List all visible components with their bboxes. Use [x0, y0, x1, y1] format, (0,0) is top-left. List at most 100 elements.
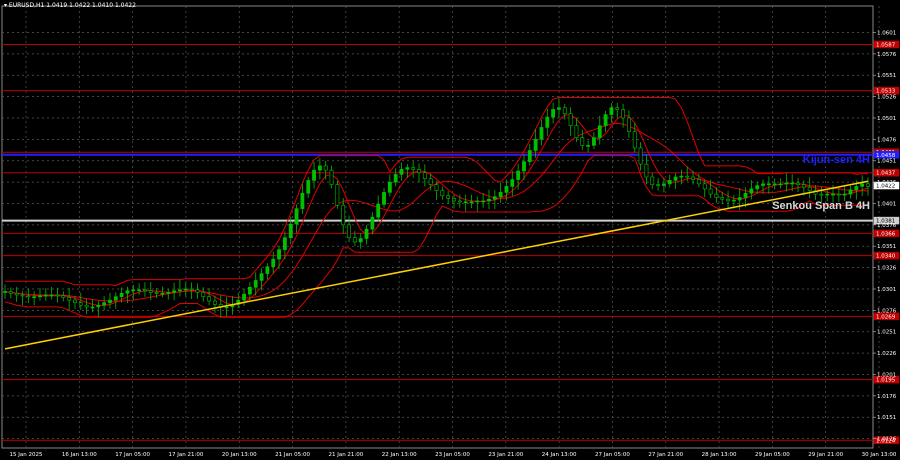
candle-body [43, 294, 48, 297]
candle-body [382, 192, 386, 205]
candle-body [8, 291, 13, 294]
candle-body [160, 292, 165, 295]
candle-body [411, 167, 416, 170]
candle-body [329, 169, 334, 185]
y-tick-label: 1.0251 [877, 330, 896, 336]
level-label: 1.0195 [876, 378, 896, 384]
candle-body [457, 200, 462, 203]
candle-body [300, 192, 305, 209]
candle-body [702, 183, 707, 190]
y-tick-label: 1.0201 [877, 372, 896, 378]
candle-body [673, 176, 678, 181]
candle-body [842, 193, 847, 196]
candle-body [696, 179, 701, 185]
candle-body [527, 150, 532, 162]
candle-body [73, 299, 77, 303]
candle-body [562, 107, 567, 115]
candle-body [801, 184, 806, 188]
price-chart: 1.05871.05331.04611.04371.03661.03401.02… [0, 0, 900, 460]
candle-body [294, 208, 299, 225]
candle-body [714, 193, 719, 198]
chart-background [0, 0, 900, 460]
x-tick-label: 27 Jan 21:00 [648, 452, 683, 458]
candle-body [755, 185, 760, 190]
candle-body [113, 296, 118, 301]
candle-body [148, 290, 153, 293]
level-label: 1.0340 [876, 254, 896, 260]
candle-body [609, 107, 614, 115]
candle-body [49, 294, 54, 297]
candle-body [376, 204, 381, 218]
candle-body [335, 184, 340, 206]
candle-body [737, 197, 742, 201]
x-tick-label: 21 Jan 05:00 [275, 452, 310, 458]
candle-body [417, 168, 421, 174]
x-tick-label: 29 Jan 05:00 [755, 452, 790, 458]
candle-body [650, 176, 655, 185]
candle-body [708, 188, 713, 195]
candle-body [481, 200, 486, 203]
y-tick-label: 1.0451 [877, 159, 896, 165]
candle-body [67, 297, 72, 301]
y-tick-label: 1.0476 [877, 137, 897, 143]
x-tick-label: 20 Jan 13:00 [222, 452, 257, 458]
candle-body [679, 175, 684, 178]
candle-body [551, 109, 556, 118]
x-tick-label: 17 Jan 05:00 [115, 452, 150, 458]
x-tick-label: 28 Jan 13:00 [702, 452, 737, 458]
candle-body [603, 114, 608, 126]
candle-body [504, 186, 509, 193]
candle-body [428, 178, 433, 185]
x-tick-label: 23 Jan 05:00 [435, 452, 470, 458]
candle-body [32, 296, 37, 298]
y-tick-label: 1.0226 [877, 351, 897, 357]
candle-body [166, 292, 171, 294]
candle-body [312, 169, 316, 181]
candle-body [20, 294, 25, 297]
candle-body [288, 223, 293, 238]
candle-body [790, 182, 795, 185]
candle-body [510, 179, 515, 187]
candle-body [632, 131, 637, 149]
candle-body [195, 289, 200, 293]
candle-body [498, 192, 503, 197]
candle-body [224, 306, 229, 309]
candle-body [691, 176, 695, 180]
x-tick-label: 23 Jan 21:00 [488, 452, 523, 458]
candle-body [778, 183, 783, 186]
candle-body [347, 224, 351, 238]
y-tick-label: 1.0301 [877, 287, 896, 293]
candle-body [475, 200, 480, 203]
candle-body [446, 195, 451, 199]
candle-body [271, 258, 276, 268]
candle-body [259, 273, 264, 281]
candle-body [84, 304, 89, 308]
candle-body [358, 238, 363, 243]
candle-body [644, 163, 649, 178]
candle-body [90, 306, 95, 309]
candle-body [685, 175, 690, 178]
candle-body [265, 266, 270, 274]
candle-body [323, 165, 328, 171]
candle-body [627, 117, 631, 132]
candle-body [434, 184, 439, 191]
candle-body [207, 296, 211, 302]
candle-body [796, 182, 800, 185]
y-tick-label: 1.0551 [877, 73, 896, 79]
candle-body [522, 161, 526, 172]
candle-body [154, 292, 159, 294]
candle-body [341, 204, 346, 226]
candle-body [848, 189, 853, 195]
candle-body [597, 125, 602, 138]
candle-body [26, 295, 31, 298]
y-tick-label: 1.0151 [877, 415, 896, 421]
candle-body [580, 137, 585, 146]
candle-body [557, 107, 561, 110]
candle-body [492, 196, 497, 200]
candle-body [836, 193, 841, 196]
y-tick-label: 1.0501 [877, 116, 896, 122]
candle-body [615, 107, 620, 110]
x-tick-label: 17 Jan 21:00 [169, 452, 204, 458]
candle-body [172, 290, 177, 293]
candle-body [819, 193, 824, 196]
